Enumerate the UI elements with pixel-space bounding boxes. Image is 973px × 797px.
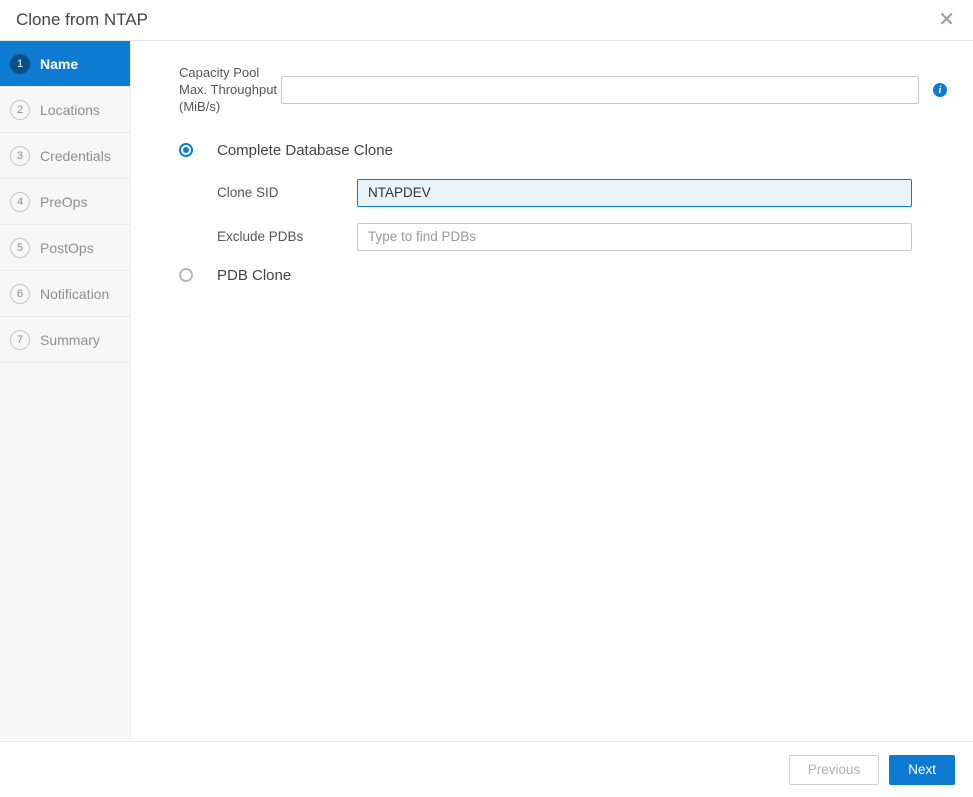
step-label: Name [40,56,78,72]
pdb-clone-label: PDB Clone [217,267,291,284]
step-notification[interactable]: 6 Notification [0,271,130,317]
step-label: PreOps [40,194,87,210]
complete-clone-radio[interactable] [179,143,193,157]
step-label: Credentials [40,148,111,164]
step-postops[interactable]: 5 PostOps [0,225,130,271]
step-name[interactable]: 1 Name [0,41,130,87]
wizard-sidebar: 1 Name 2 Locations 3 Credentials 4 PreOp… [0,41,131,740]
capacity-label: Capacity Pool Max. Throughput (MiB/s) [179,65,281,116]
close-icon[interactable]: ✕ [938,10,955,30]
step-label: Locations [40,102,100,118]
capacity-input[interactable] [281,76,919,104]
step-credentials[interactable]: 3 Credentials [0,133,130,179]
step-number: 1 [10,54,30,74]
clone-sid-row: Clone SID [179,179,947,207]
exclude-pdbs-row: Exclude PDBs [179,223,947,251]
info-icon[interactable]: i [933,83,947,97]
step-label: PostOps [40,240,94,256]
step-label: Summary [40,332,100,348]
step-number: 3 [10,146,30,166]
step-number: 6 [10,284,30,304]
step-preops[interactable]: 4 PreOps [0,179,130,225]
dialog-title: Clone from NTAP [16,10,148,30]
complete-clone-label: Complete Database Clone [217,142,393,159]
step-summary[interactable]: 7 Summary [0,317,130,363]
step-label: Notification [40,286,109,302]
step-locations[interactable]: 2 Locations [0,87,130,133]
next-button[interactable]: Next [889,755,955,785]
dialog-body: 1 Name 2 Locations 3 Credentials 4 PreOp… [0,41,973,740]
pdb-clone-row: PDB Clone [179,267,947,284]
previous-button[interactable]: Previous [789,755,880,785]
main-content: Capacity Pool Max. Throughput (MiB/s) i … [131,41,973,740]
exclude-pdbs-input[interactable] [357,223,912,251]
step-number: 4 [10,192,30,212]
pdb-clone-radio[interactable] [179,268,193,282]
step-number: 5 [10,238,30,258]
capacity-row: Capacity Pool Max. Throughput (MiB/s) i [179,65,947,116]
clone-sid-input[interactable] [357,179,912,207]
exclude-pdbs-label: Exclude PDBs [217,229,357,244]
complete-clone-row: Complete Database Clone [179,142,947,159]
dialog-header: Clone from NTAP ✕ [0,0,973,41]
clone-sid-label: Clone SID [217,185,357,200]
dialog-footer: Previous Next [0,741,973,797]
step-number: 2 [10,100,30,120]
step-number: 7 [10,330,30,350]
